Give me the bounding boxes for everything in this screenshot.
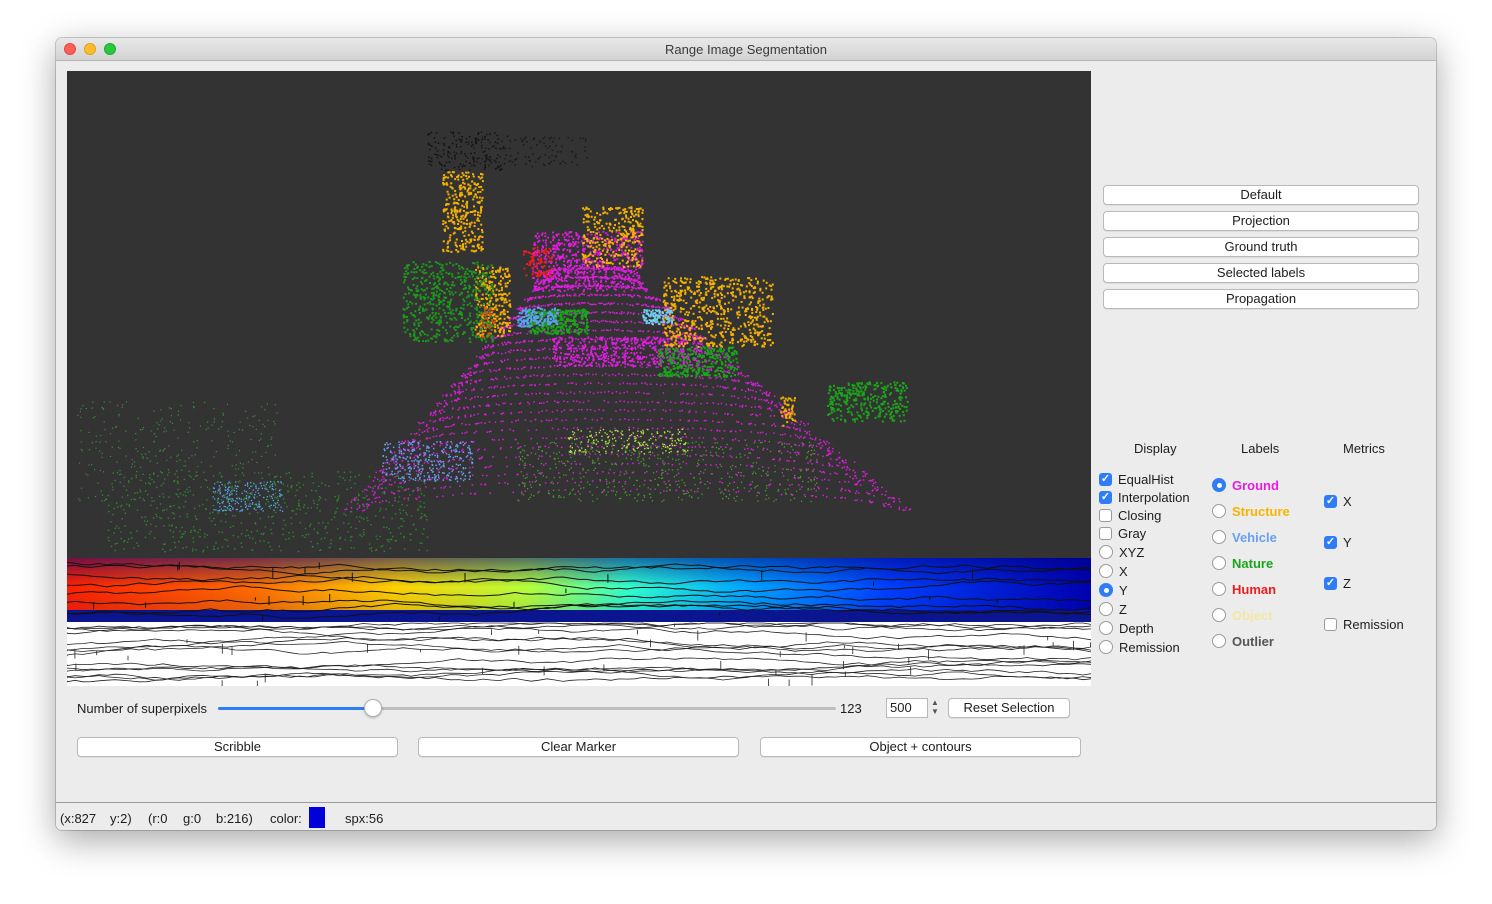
- app-window: Range Image Segmentation Default Project…: [56, 38, 1436, 830]
- scribble-button[interactable]: Scribble: [77, 737, 398, 757]
- range-image-colormap[interactable]: [66, 558, 1092, 627]
- superpixels-slider-value: 123: [840, 701, 862, 716]
- status-spx: spx:56: [345, 811, 384, 826]
- radio-icon[interactable]: [1212, 504, 1226, 518]
- clear-marker-button[interactable]: Clear Marker: [418, 737, 739, 757]
- display-option-depth[interactable]: Depth: [1099, 619, 1154, 637]
- ground-truth-view-button[interactable]: Ground truth: [1103, 237, 1419, 257]
- radio-icon[interactable]: [1212, 582, 1226, 596]
- labels-header: Labels: [1241, 441, 1280, 456]
- radio-icon[interactable]: [1212, 608, 1226, 622]
- display-option-z[interactable]: Z: [1099, 600, 1127, 618]
- status-r: (r:0: [148, 811, 168, 826]
- display-option-equalhist[interactable]: EqualHist: [1099, 470, 1174, 488]
- checkbox-icon[interactable]: [1099, 490, 1112, 504]
- radio-icon[interactable]: [1099, 640, 1113, 654]
- checkbox-icon[interactable]: [1099, 526, 1112, 540]
- display-header: Display: [1134, 441, 1177, 456]
- display-option-interpolation[interactable]: Interpolation: [1099, 488, 1190, 506]
- label-option-outlier[interactable]: Outlier: [1212, 632, 1274, 650]
- point-cloud-viewer[interactable]: [67, 71, 1091, 558]
- checkbox-icon[interactable]: [1324, 494, 1337, 508]
- status-b: b:216): [216, 811, 253, 826]
- superpixels-label: Number of superpixels: [77, 701, 208, 716]
- checkbox-icon[interactable]: [1099, 472, 1112, 486]
- status-g: g:0: [183, 811, 202, 826]
- label-option-object[interactable]: Object: [1212, 606, 1272, 624]
- metrics-header: Metrics: [1343, 441, 1385, 456]
- metric-option-y[interactable]: Y: [1324, 533, 1352, 551]
- label-option-human[interactable]: Human: [1212, 580, 1276, 598]
- status-bar: (x:827 y:2) (r:0 g:0 b:216) color: spx:5…: [56, 802, 1436, 830]
- spinbox-arrows-icon[interactable]: ▲ ▼: [930, 698, 940, 718]
- metric-option-z[interactable]: Z: [1324, 574, 1351, 592]
- display-option-closing[interactable]: Closing: [1099, 506, 1161, 524]
- label-option-ground[interactable]: Ground: [1212, 476, 1279, 494]
- superpixels-slider-handle[interactable]: [363, 699, 382, 717]
- radio-icon[interactable]: [1212, 478, 1226, 492]
- radio-icon[interactable]: [1099, 564, 1113, 578]
- display-option-xyz[interactable]: XYZ: [1099, 543, 1144, 561]
- projection-view-button[interactable]: Projection: [1103, 211, 1419, 231]
- selected-labels-view-button[interactable]: Selected labels: [1103, 263, 1419, 283]
- display-option-gray[interactable]: Gray: [1099, 524, 1146, 542]
- status-color-label: color:: [270, 811, 302, 826]
- radio-icon[interactable]: [1212, 530, 1226, 544]
- display-option-y[interactable]: Y: [1099, 581, 1128, 599]
- label-option-vehicle[interactable]: Vehicle: [1212, 528, 1277, 546]
- radio-icon[interactable]: [1212, 556, 1226, 570]
- propagation-view-button[interactable]: Propagation: [1103, 289, 1419, 309]
- superpixel-contours-image[interactable]: [66, 622, 1092, 690]
- status-y: y:2): [110, 811, 132, 826]
- status-x: (x:827: [60, 811, 97, 826]
- metric-option-remission[interactable]: Remission: [1324, 615, 1404, 633]
- checkbox-icon[interactable]: [1324, 617, 1337, 631]
- object-contours-button[interactable]: Object + contours: [760, 737, 1081, 757]
- default-view-button[interactable]: Default: [1103, 185, 1419, 205]
- radio-icon[interactable]: [1212, 634, 1226, 648]
- reset-selection-button[interactable]: Reset Selection: [948, 698, 1070, 718]
- radio-icon[interactable]: [1099, 602, 1113, 616]
- metric-option-x[interactable]: X: [1324, 492, 1352, 510]
- status-color-swatch: [309, 807, 325, 828]
- superpixels-slider-fill: [218, 707, 373, 710]
- checkbox-icon[interactable]: [1324, 535, 1337, 549]
- window-title: Range Image Segmentation: [665, 42, 827, 57]
- checkbox-icon[interactable]: [1099, 508, 1112, 522]
- superpixels-slider-track[interactable]: [218, 707, 836, 710]
- checkbox-icon[interactable]: [1324, 576, 1337, 590]
- point-cloud-canvas[interactable]: [67, 71, 1091, 558]
- display-option-x[interactable]: X: [1099, 562, 1128, 580]
- title-bar: Range Image Segmentation: [56, 38, 1436, 61]
- superpixels-spinbox[interactable]: 500: [886, 698, 928, 718]
- radio-icon[interactable]: [1099, 583, 1113, 597]
- label-option-nature[interactable]: Nature: [1212, 554, 1273, 572]
- display-option-remission[interactable]: Remission: [1099, 638, 1180, 656]
- radio-icon[interactable]: [1099, 545, 1113, 559]
- label-option-structure[interactable]: Structure: [1212, 502, 1290, 520]
- radio-icon[interactable]: [1099, 621, 1113, 635]
